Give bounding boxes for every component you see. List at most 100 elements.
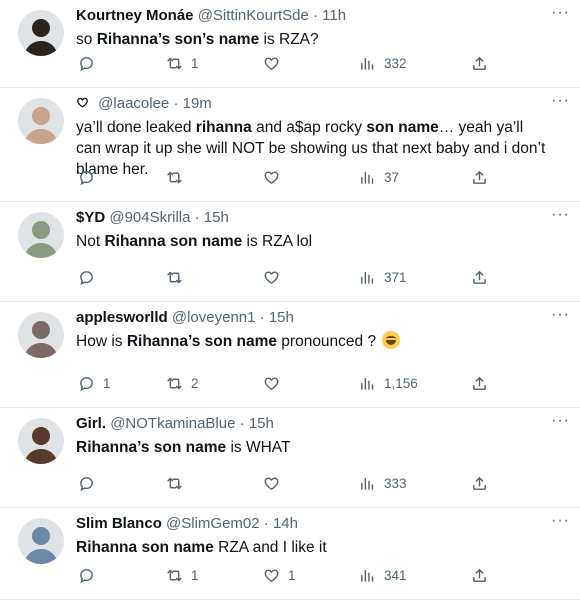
like-button[interactable]: [263, 52, 288, 74]
like-button[interactable]: [263, 266, 288, 288]
user-handle[interactable]: @NOTkaminaBlue: [110, 415, 235, 432]
reply-icon: [80, 376, 93, 391]
tweet-text-segment: Not: [76, 233, 105, 250]
tweet[interactable]: Girl. @NOTkaminaBlue · 15h Rihanna’s son…: [0, 408, 580, 508]
highlighted-keyword: Rihanna son name: [104, 233, 243, 250]
separator-dot: ·: [173, 95, 183, 112]
view-count: 371: [384, 269, 407, 285]
retweet-button[interactable]: [166, 166, 191, 188]
tweet-header: Slim Blanco @SlimGem02 · 14h: [76, 514, 550, 534]
share-button[interactable]: [471, 266, 488, 288]
like-button[interactable]: 1: [263, 564, 296, 586]
more-icon[interactable]: ···: [551, 93, 570, 109]
retweet-button[interactable]: 2: [166, 372, 199, 394]
avatar[interactable]: [18, 98, 64, 144]
tweet-header: $YD @904Skrilla · 15h: [76, 208, 550, 228]
tweet-text: How is Rihanna’s son name pronounced ?: [76, 331, 550, 352]
sweat-smile-emoji-icon: [382, 331, 401, 349]
views-button[interactable]: 333: [359, 472, 407, 494]
more-icon[interactable]: ···: [551, 307, 570, 323]
tweet-text-segment: is WHAT: [226, 439, 291, 456]
views-button[interactable]: 332: [359, 52, 407, 74]
user-handle[interactable]: @loveyenn1: [172, 309, 256, 326]
avatar-image: [18, 312, 64, 358]
tweet-text-segment: pronounced ?: [276, 333, 381, 350]
like-button[interactable]: [263, 166, 288, 188]
tweet[interactable]: Kourtney Monáe @SittinKourtSde · 11h so …: [0, 0, 580, 88]
tweet[interactable]: applesworlld @loveyenn1 · 15h How is Rih…: [0, 302, 580, 408]
reply-feed: Kourtney Monáe @SittinKourtSde · 11h so …: [0, 0, 580, 600]
views-button[interactable]: 341: [359, 564, 407, 586]
reply-button[interactable]: 1: [78, 372, 111, 394]
tweet[interactable]: $YD @904Skrilla · 15h Not Rihanna son na…: [0, 202, 580, 302]
reply-button[interactable]: [78, 472, 103, 494]
view-count: 1,156: [384, 375, 418, 391]
more-icon[interactable]: ···: [551, 5, 570, 21]
share-icon: [473, 56, 486, 70]
tweet-content: $YD @904Skrilla · 15h Not Rihanna son na…: [76, 208, 550, 252]
avatar[interactable]: [18, 212, 64, 258]
user-handle[interactable]: @SlimGem02: [166, 515, 260, 532]
user-handle[interactable]: @laacolee: [98, 95, 169, 112]
reply-icon: [80, 476, 93, 491]
tweet-text-segment: RZA and I like it: [213, 539, 327, 556]
tweet-text: Rihanna’s son name is WHAT: [76, 437, 550, 458]
display-name[interactable]: applesworlld: [76, 309, 172, 326]
share-button[interactable]: [471, 472, 488, 494]
retweet-button[interactable]: [166, 472, 191, 494]
like-button[interactable]: [263, 372, 288, 394]
views-icon: [361, 57, 374, 70]
views-icon: [361, 377, 374, 390]
avatar[interactable]: [18, 518, 64, 564]
tweet-text: Rihanna son name RZA and I like it: [76, 537, 550, 558]
more-icon[interactable]: ···: [551, 413, 570, 429]
separator-dot: ·: [312, 7, 323, 24]
retweet-count: 2: [191, 375, 199, 391]
timestamp[interactable]: 15h: [249, 415, 274, 432]
view-count: 37: [384, 169, 400, 185]
share-button[interactable]: [471, 52, 488, 74]
tweet[interactable]: @laacolee · 19m ya’ll done leaked rihann…: [0, 88, 580, 202]
views-button[interactable]: 1,156: [359, 372, 418, 394]
user-handle[interactable]: @904Skrilla: [109, 209, 190, 226]
retweet-button[interactable]: [166, 266, 191, 288]
display-name[interactable]: Girl.: [76, 415, 110, 432]
views-button[interactable]: 37: [359, 166, 399, 188]
timestamp[interactable]: 11h: [322, 7, 346, 24]
retweet-count: 1: [191, 55, 199, 71]
like-button[interactable]: [263, 472, 288, 494]
reply-button[interactable]: [78, 564, 103, 586]
avatar[interactable]: [18, 10, 64, 56]
tweet-header: Kourtney Monáe @SittinKourtSde · 11h: [76, 6, 550, 26]
share-button[interactable]: [471, 564, 488, 586]
highlighted-keyword: Rihanna’s son name: [126, 333, 277, 350]
display-name[interactable]: [76, 95, 94, 112]
retweet-button[interactable]: 1: [166, 564, 199, 586]
action-bar: 1 332: [76, 52, 496, 74]
user-handle[interactable]: @SittinKourtSde: [198, 7, 309, 24]
views-button[interactable]: 371: [359, 266, 407, 288]
avatar[interactable]: [18, 418, 64, 464]
timestamp[interactable]: 19m: [183, 95, 212, 112]
reply-button[interactable]: [78, 52, 103, 74]
reply-button[interactable]: [78, 266, 103, 288]
timestamp[interactable]: 15h: [269, 309, 294, 326]
reply-button[interactable]: [78, 166, 103, 188]
timestamp[interactable]: 15h: [204, 209, 229, 226]
retweet-icon: [167, 271, 182, 283]
highlighted-keyword: Rihanna’s son’s name: [96, 31, 260, 48]
share-button[interactable]: [471, 372, 488, 394]
more-icon[interactable]: ···: [551, 207, 570, 223]
tweet-content: applesworlld @loveyenn1 · 15h How is Rih…: [76, 308, 550, 352]
display-name[interactable]: Slim Blanco: [76, 515, 166, 532]
share-button[interactable]: [471, 166, 488, 188]
display-name[interactable]: Kourtney Monáe: [76, 7, 198, 24]
tweet[interactable]: Slim Blanco @SlimGem02 · 14h Rihanna son…: [0, 508, 580, 600]
views-icon: [361, 477, 374, 490]
timestamp[interactable]: 14h: [273, 515, 298, 532]
more-icon[interactable]: ···: [551, 513, 570, 529]
retweet-button[interactable]: 1: [166, 52, 199, 74]
heart-icon: [264, 170, 279, 184]
display-name[interactable]: $YD: [76, 209, 109, 226]
avatar[interactable]: [18, 312, 64, 358]
